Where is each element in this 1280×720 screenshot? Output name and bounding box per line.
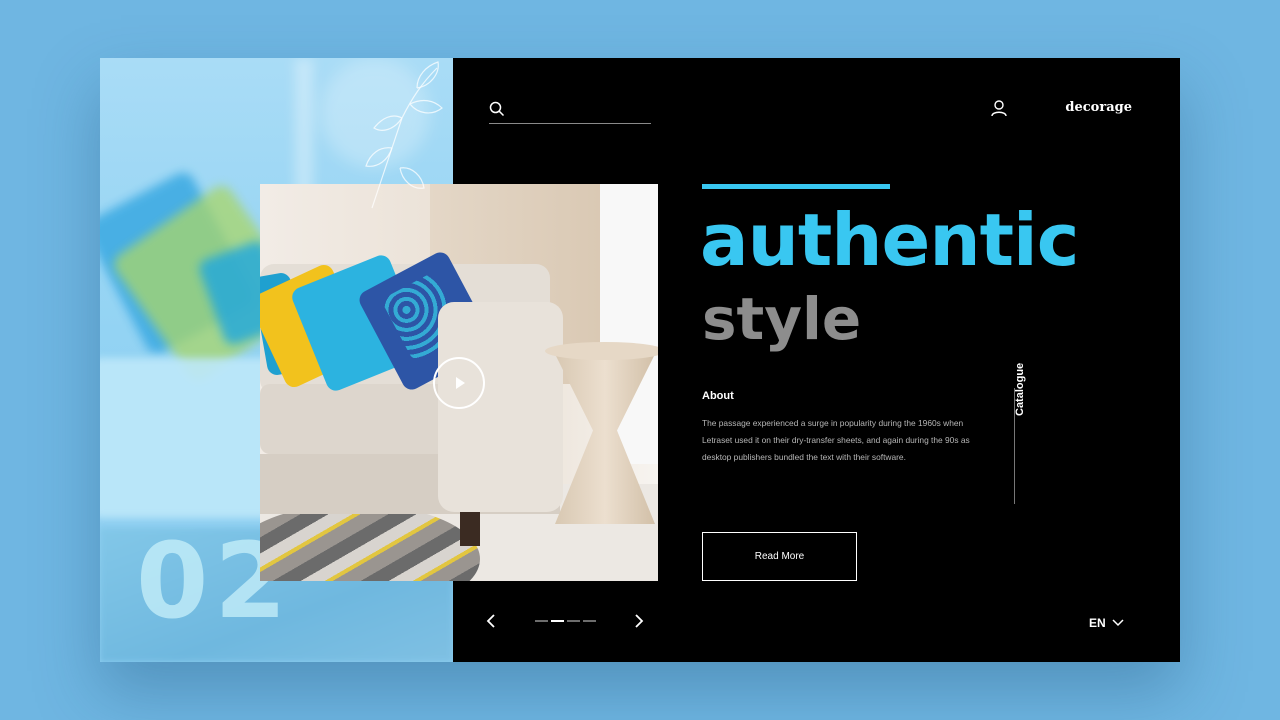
language-selector[interactable]: EN: [1089, 616, 1124, 630]
chevron-left-icon[interactable]: [484, 613, 498, 629]
chevron-down-icon: [1112, 619, 1124, 627]
plant-outline-decoration: [365, 61, 443, 209]
brand-logo[interactable]: decorage: [1052, 100, 1132, 115]
hero-card: 02 decorage authentic style About The pa…: [100, 58, 1180, 662]
side-table-top: [545, 342, 658, 360]
user-icon[interactable]: [990, 99, 1008, 117]
about-heading: About: [702, 390, 734, 402]
chevron-right-icon[interactable]: [632, 613, 646, 629]
hero-subheadline: style: [702, 285, 862, 353]
read-more-button[interactable]: Read More: [702, 532, 857, 581]
pagination-dot[interactable]: [583, 620, 596, 622]
catalogue-link[interactable]: Catalogue: [1014, 363, 1026, 416]
about-text: The passage experienced a surge in popul…: [702, 418, 970, 462]
play-video-button[interactable]: [433, 357, 485, 409]
sofa-leg: [460, 512, 480, 546]
hero-headline: authentic: [700, 198, 1079, 282]
search-field[interactable]: [489, 98, 651, 124]
pagination-dot-active[interactable]: [551, 620, 564, 622]
pagination-dot[interactable]: [535, 620, 548, 622]
pagination-dots: [535, 620, 596, 622]
language-label: EN: [1089, 616, 1106, 630]
accent-bar: [702, 184, 890, 189]
play-icon: [456, 377, 465, 389]
search-icon[interactable]: [489, 101, 505, 117]
pagination-dot[interactable]: [567, 620, 580, 622]
